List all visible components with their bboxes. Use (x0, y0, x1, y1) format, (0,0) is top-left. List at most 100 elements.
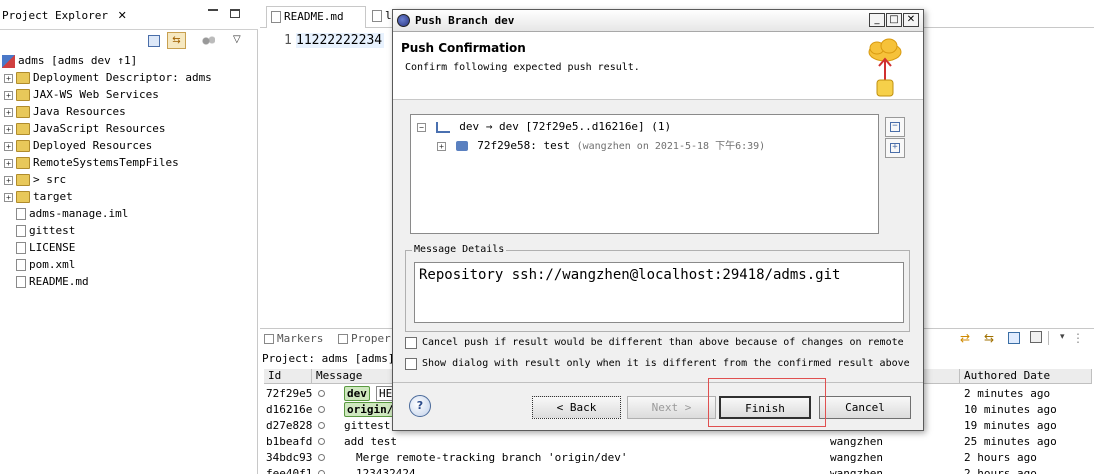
tab-second[interactable]: l (368, 6, 394, 28)
folder-icon (16, 140, 30, 152)
expand-icon[interactable]: + (4, 73, 13, 83)
file-icon (16, 259, 26, 271)
close-icon[interactable]: ✕ (118, 9, 127, 22)
minimize-button[interactable]: _ (869, 13, 885, 27)
expand-icon[interactable]: + (437, 141, 446, 151)
cell-date: 25 minutes ago (964, 435, 1057, 448)
cell-id: d27e828 (266, 419, 313, 432)
tree-item[interactable]: + JavaScript Resources (0, 120, 165, 137)
cancel-push-checkbox[interactable] (405, 337, 417, 349)
collapse-all-icon[interactable] (148, 35, 160, 47)
tab-label: Project Explorer (2, 9, 108, 22)
tree-item[interactable]: pom.xml (0, 256, 75, 273)
help-icon: ? (416, 399, 424, 412)
eclipse-icon (397, 14, 410, 27)
col-header-author[interactable] (924, 369, 960, 384)
tree-item[interactable]: README.md (0, 273, 89, 290)
help-button[interactable]: ? (409, 395, 431, 417)
expand-icon[interactable]: + (4, 124, 13, 134)
expand-icon[interactable]: + (4, 90, 13, 100)
expand-icon[interactable]: + (4, 141, 13, 151)
expand-icon[interactable]: + (4, 107, 13, 117)
folder-icon (16, 89, 30, 101)
tree-root-adms[interactable]: adms [adms dev ↑1] (2, 52, 137, 69)
show-dialog-checkbox[interactable] (405, 358, 417, 370)
dialog-header: Push Confirmation Confirm following expe… (393, 32, 923, 100)
cell-author: wangzhen (830, 467, 883, 474)
branch-icon (435, 121, 450, 133)
line-number: 1 (284, 33, 292, 48)
project-icon (2, 54, 15, 68)
tree-item-label: adms-manage.iml (29, 207, 129, 220)
cell-id: b1beafd (266, 435, 313, 448)
collapse-all-button[interactable]: − (885, 117, 905, 137)
editor-text[interactable]: 11222222234 (296, 33, 385, 48)
cell-message: gittest (344, 419, 391, 432)
link-editor-icon[interactable]: ⇆ (167, 32, 186, 49)
show-dialog-label: Show dialog with result only when it is … (422, 358, 910, 369)
file-icon (16, 276, 26, 288)
toolbar-compare-icon[interactable]: ⇄ (960, 331, 974, 345)
cell-message: add test (344, 435, 397, 448)
graph-node-icon (318, 390, 325, 397)
close-button[interactable]: ✕ (903, 13, 919, 27)
minimize-icon[interactable] (208, 8, 218, 11)
maximize-button[interactable]: □ (886, 13, 902, 27)
tree-item-label: README.md (29, 275, 89, 288)
expand-all-icon: + (890, 143, 900, 153)
back-button[interactable]: < Back (532, 396, 621, 419)
toolbar-options-icon[interactable] (1040, 331, 1054, 345)
expand-all-button[interactable]: + (885, 138, 905, 158)
expand-icon[interactable]: + (4, 158, 13, 168)
collapse-icon[interactable]: − (417, 122, 426, 132)
graph-node-icon (318, 454, 325, 461)
tree-item[interactable]: + Java Resources (0, 103, 126, 120)
maximize-icon[interactable] (230, 9, 240, 18)
tab-project-explorer[interactable]: Project Explorer ✕ (0, 3, 131, 29)
filter-icon[interactable] (202, 36, 215, 46)
view-menu-icon[interactable]: ▽ (233, 34, 241, 45)
toolbar-dropdown-icon[interactable]: ▾ (1060, 332, 1065, 342)
tree-item-label: > src (33, 173, 67, 186)
tree-row-commit[interactable]: + 72f29e58: test (wangzhen on 2021-5-18 … (437, 137, 765, 152)
tree-item[interactable]: + > src (0, 171, 66, 188)
table-row[interactable]: 34bdc93 Merge remote-tracking branch 'ori… (264, 450, 1092, 466)
dialog-titlebar[interactable]: Push Branch dev _ □ ✕ (393, 10, 923, 32)
properties-icon (338, 334, 348, 344)
expand-icon[interactable]: + (4, 192, 13, 202)
toolbar-pin-icon[interactable] (1008, 332, 1020, 344)
tree-item[interactable]: adms-manage.iml (0, 205, 128, 222)
tree-item[interactable]: + target (0, 188, 73, 205)
col-header-authored[interactable]: Authored Date (960, 369, 1092, 384)
toolbar-more-icon[interactable]: ⋮ (1072, 331, 1086, 345)
cell-date: 10 minutes ago (964, 403, 1057, 416)
file-icon (16, 225, 26, 237)
tree-item[interactable]: + JAX-WS Web Services (0, 86, 159, 103)
tree-item[interactable]: gittest (0, 222, 75, 239)
tree-item[interactable]: + Deployment Descriptor: adms (0, 69, 212, 86)
cell-date: 2 hours ago (964, 451, 1037, 464)
tab-markers[interactable]: Markers (264, 332, 323, 345)
tree-item[interactable]: + RemoteSystemsTempFiles (0, 154, 179, 171)
tab-properties[interactable]: Proper (338, 332, 391, 345)
push-result-tree[interactable]: − dev → dev [72f29e5..d16216e] (1) + 72f… (410, 114, 879, 234)
next-button[interactable]: Next > (627, 396, 716, 419)
expand-icon[interactable]: + (4, 175, 13, 185)
col-header-id[interactable]: Id (264, 369, 312, 384)
tree-item-label: target (33, 190, 73, 203)
tree-item-label: gittest (29, 224, 76, 237)
tab-readme[interactable]: README.md (266, 6, 366, 28)
cancel-button[interactable]: Cancel (819, 396, 911, 419)
message-details-text[interactable]: Repository ssh://wangzhen@localhost:2941… (414, 262, 904, 323)
table-row[interactable]: b1beafd add test wangzhen 25 minutes ago (264, 434, 1092, 450)
push-wizard-icon (868, 38, 902, 97)
table-row[interactable]: fee40f1 123432424 wangzhen 2 hours ago (264, 466, 1092, 474)
tab-markers-label: Markers (277, 332, 324, 345)
tree-row-ref[interactable]: − dev → dev [72f29e5..d16216e] (1) (417, 120, 671, 133)
next-label: Next > (651, 401, 692, 414)
toolbar-link-icon[interactable]: ⇆ (984, 331, 998, 345)
folder-icon (16, 174, 30, 186)
project-label: Project: adms [adms] (262, 352, 395, 365)
tree-item[interactable]: + Deployed Resources (0, 137, 152, 154)
tree-item[interactable]: LICENSE (0, 239, 75, 256)
